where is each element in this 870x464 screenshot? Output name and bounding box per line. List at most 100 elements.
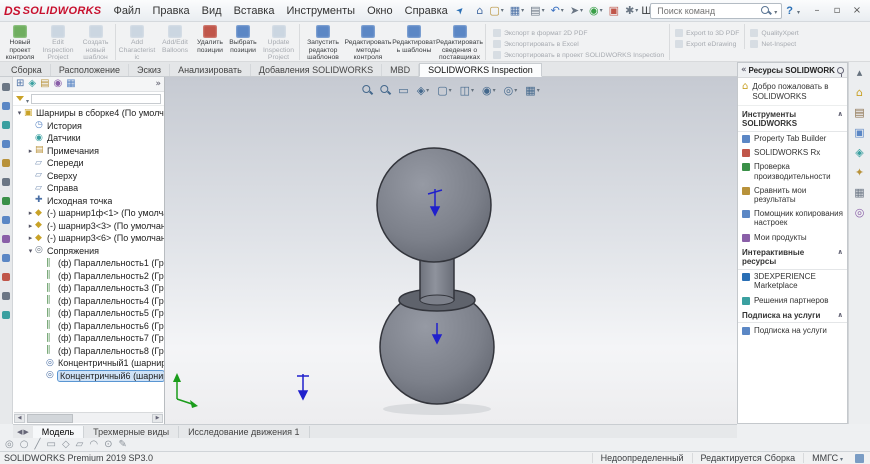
tree-item[interactable]: ▾ ◎ Сопряжения xyxy=(13,245,164,258)
task-pane-link[interactable]: Решения партнеров xyxy=(738,293,847,307)
ribbon-tab[interactable]: Сборка xyxy=(3,64,51,76)
tree-item[interactable]: ∥ (ф) Параллельность8 (Гран xyxy=(13,345,164,358)
ribbon-button[interactable]: Создать новый шаблон xyxy=(78,24,116,60)
task-pane-tab-icon[interactable]: ◎ xyxy=(855,207,865,218)
task-pane-link[interactable]: Мои продукты xyxy=(738,230,847,244)
sketch-tool-icon[interactable]: ▭ xyxy=(47,440,56,450)
filter-icon[interactable] xyxy=(16,96,24,105)
view-tab[interactable]: Исследование движения 1 xyxy=(179,426,309,438)
menu-item[interactable]: Файл xyxy=(107,3,146,19)
sketch-tool-icon[interactable]: ○ xyxy=(20,440,29,450)
ball-joint-model[interactable] xyxy=(165,77,737,424)
chevron-down-icon[interactable] xyxy=(774,5,777,17)
close-button[interactable]: × xyxy=(848,3,866,18)
task-pane-link[interactable]: Помощник копирования настроек xyxy=(738,207,847,230)
task-pane-tab-icon[interactable]: ▣ xyxy=(854,127,864,138)
expand-arrow-icon[interactable]: ▸ xyxy=(26,234,35,242)
search-input[interactable] xyxy=(655,5,758,17)
sketch-tool-icon[interactable]: ▱ xyxy=(76,440,84,450)
menu-item[interactable]: Справка xyxy=(399,3,454,19)
tree-item[interactable]: ◎ Концентричный1 (шарнир xyxy=(13,357,164,370)
scrollbar-track[interactable] xyxy=(25,414,152,423)
ribbon-small-button[interactable]: Экспортировать в Excel xyxy=(493,39,664,49)
ribbon-button[interactable]: Удалить позиции xyxy=(194,24,226,60)
tree-item[interactable]: ✚ Исходная точка xyxy=(13,195,164,208)
pin-icon[interactable]: ➤ xyxy=(454,4,466,16)
tree-item[interactable]: ∥ (ф) Параллельность5 (Гран xyxy=(13,307,164,320)
left-toolbar-icon[interactable] xyxy=(2,254,10,262)
expand-arrow-icon[interactable]: ▾ xyxy=(15,109,24,117)
sketch-tool-icon[interactable]: ✎ xyxy=(118,440,126,450)
task-pane-tab-icon[interactable]: ⌂ xyxy=(856,87,863,98)
scrollbar-thumb[interactable] xyxy=(27,414,73,423)
task-pane-tab-icon[interactable]: ▦ xyxy=(854,187,864,198)
section-header[interactable]: Инструменты SOLIDWORKS ∧ xyxy=(738,106,847,131)
menu-item[interactable]: Вид xyxy=(196,3,228,19)
tree-item[interactable]: ▸ ◆ (-) шарнир3<3> (По умолчани xyxy=(13,220,164,233)
tree-item[interactable]: ▱ Справа xyxy=(13,182,164,195)
left-toolbar-icon[interactable] xyxy=(2,197,10,205)
ribbon-button[interactable]: Update Inspection Project xyxy=(260,24,300,60)
expand-arrow-icon[interactable]: ▸ xyxy=(26,222,35,230)
toolbar-icon[interactable]: ▣ xyxy=(606,2,622,20)
sketch-tool-icon[interactable]: ⊙ xyxy=(104,440,112,450)
scroll-right-icon[interactable]: ▶ xyxy=(152,414,163,423)
manager-tab-icon[interactable]: ⊞ xyxy=(16,79,24,89)
status-item[interactable]: ММГС xyxy=(803,453,851,463)
sketch-tool-icon[interactable]: ╱ xyxy=(34,440,40,450)
tree-filter-input[interactable] xyxy=(31,94,161,104)
ribbon-tab[interactable]: MBD xyxy=(382,64,419,76)
ribbon-small-button[interactable]: Экспорт в формат 2D PDF xyxy=(493,28,664,38)
task-pane-link[interactable]: Сравнить мои результаты xyxy=(738,183,847,206)
task-pane-tab-icon[interactable]: ◈ xyxy=(855,147,863,158)
task-pane-link[interactable]: Подписка на услуги xyxy=(738,323,847,337)
menu-item[interactable]: Вставка xyxy=(228,3,281,19)
minimize-button[interactable]: – xyxy=(808,3,826,18)
view-tab[interactable]: Модель xyxy=(33,426,84,438)
toolbar-icon[interactable]: ▤ xyxy=(527,2,547,20)
task-pane-link[interactable]: Property Tab Builder xyxy=(738,132,847,146)
view-tab[interactable]: Трехмерные виды xyxy=(84,426,179,438)
tree-item[interactable]: ▱ Спереди xyxy=(13,157,164,170)
sketch-tool-icon[interactable]: ◇ xyxy=(62,440,70,450)
restore-button[interactable]: ▫ xyxy=(828,3,846,18)
left-toolbar-icon[interactable] xyxy=(2,273,10,281)
help-button[interactable]: ? xyxy=(782,5,797,17)
task-pane-tab-icon[interactable]: ▴ xyxy=(857,67,863,78)
welcome-link[interactable]: ⌂ Добро пожаловать в SOLIDWORKS xyxy=(738,78,847,106)
scroll-right-icon[interactable]: ▶ xyxy=(23,428,28,436)
left-toolbar-icon[interactable] xyxy=(2,292,10,300)
sketch-tool-icon[interactable]: ◎ xyxy=(5,440,14,450)
toolbar-icon[interactable]: ⌂ xyxy=(473,2,486,20)
left-toolbar-icon[interactable] xyxy=(2,140,10,148)
left-toolbar-icon[interactable] xyxy=(2,178,10,186)
tree-item[interactable]: ∥ (ф) Параллельность4 (Гран xyxy=(13,295,164,308)
menu-item[interactable]: Инструменты xyxy=(280,3,361,19)
ribbon-small-button[interactable]: Export eDrawing xyxy=(675,39,739,49)
ribbon-small-button[interactable]: Export to 3D PDF xyxy=(675,28,739,38)
ribbon-small-button[interactable]: QualityXpert xyxy=(750,28,798,38)
ribbon-button[interactable]: Edit Inspection Project xyxy=(38,24,78,60)
tree-horizontal-scrollbar[interactable]: ◀ ▶ xyxy=(14,412,163,423)
menu-item[interactable]: Окно xyxy=(361,3,399,19)
ribbon-tab[interactable]: Анализировать xyxy=(170,64,251,76)
tree-item[interactable]: ◉ Датчики xyxy=(13,132,164,145)
tree-item[interactable]: ▸ ◆ (-) шарнир3<6> (По умолчани xyxy=(13,232,164,245)
tree-item[interactable]: ∥ (ф) Параллельность6 (Гран xyxy=(13,320,164,333)
toolbar-icon[interactable]: ✱ xyxy=(622,2,641,20)
section-header[interactable]: Интерактивные ресурсы ∧ xyxy=(738,244,847,269)
menu-item[interactable]: Правка xyxy=(147,3,196,19)
help-chevron-icon[interactable] xyxy=(797,5,800,17)
manager-tab-icon[interactable]: ◉ xyxy=(54,79,63,89)
tree-item[interactable]: ∥ (ф) Параллельность2 (Гран xyxy=(13,270,164,283)
expand-arrow-icon[interactable]: ▾ xyxy=(26,247,35,255)
section-header[interactable]: Подписка на услуги ∧ xyxy=(738,307,847,323)
expand-arrow-icon[interactable]: ▸ xyxy=(26,209,35,217)
ribbon-button[interactable]: Add/Edit Balloons xyxy=(156,24,194,60)
tree-item[interactable]: ▱ Сверху xyxy=(13,170,164,183)
tree-item[interactable]: ◷ История xyxy=(13,120,164,133)
manager-tab-icon[interactable]: ▦ xyxy=(66,79,75,89)
ribbon-tab[interactable]: SOLIDWORKS Inspection xyxy=(419,63,542,77)
tree-item[interactable]: ∥ (ф) Параллельность1 (Гран xyxy=(13,257,164,270)
toolbar-icon[interactable]: ◉ xyxy=(586,2,606,20)
